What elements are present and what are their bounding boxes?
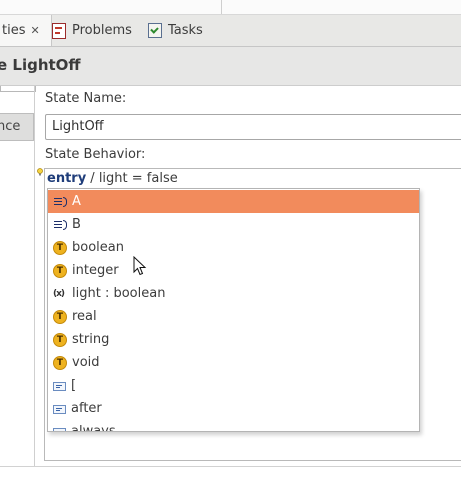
behavior-expression: / light = false	[86, 171, 178, 186]
completion-item[interactable]: T real	[48, 305, 419, 328]
left-section-tab[interactable]: nce	[0, 113, 34, 141]
completion-item-label: real	[72, 309, 97, 324]
left-input-field[interactable]	[0, 86, 36, 92]
close-icon[interactable]: ✕	[30, 24, 39, 37]
view-tab-bar: ties ✕ Problems Tasks	[0, 15, 461, 47]
completion-item-label: light : boolean	[72, 286, 166, 301]
completion-item-label: B	[72, 217, 81, 232]
keyword-icon	[53, 382, 66, 391]
behavior-code-line: entry / light = false	[47, 171, 178, 186]
completion-item-label: void	[72, 355, 100, 370]
keyword-icon	[53, 405, 66, 414]
type-icon: T	[53, 263, 67, 278]
completion-item[interactable]: [	[48, 374, 419, 397]
tab-tasks-label: Tasks	[168, 23, 203, 38]
lightbulb-marker-icon[interactable]	[37, 168, 43, 176]
completion-item-label: after	[71, 401, 102, 416]
completion-item-label: string	[72, 332, 110, 347]
completion-item[interactable]: A	[48, 190, 419, 213]
tab-tasks[interactable]: Tasks	[148, 15, 203, 46]
completion-item[interactable]: B	[48, 213, 419, 236]
completion-item[interactable]: T void	[48, 351, 419, 374]
left-section-tab-label: nce	[0, 119, 21, 134]
tab-problems[interactable]: Problems	[52, 15, 132, 46]
state-name-input[interactable]: LightOff	[45, 114, 461, 140]
tasks-icon	[148, 23, 162, 38]
problems-icon	[52, 22, 66, 39]
properties-header: e LightOff	[0, 47, 461, 86]
state-behavior-label: State Behavior:	[45, 147, 146, 162]
entry-keyword: entry	[47, 171, 87, 186]
type-icon: T	[53, 240, 67, 255]
state-name-label: State Name:	[45, 91, 127, 106]
variable-icon: (x)	[53, 288, 65, 299]
list-icon	[53, 195, 67, 209]
completion-item-label: A	[72, 194, 81, 209]
mouse-pointer-icon	[133, 256, 147, 276]
top-divider	[221, 0, 222, 14]
completion-item-label: always	[71, 424, 116, 432]
bottom-separator	[0, 466, 461, 467]
type-icon: T	[53, 309, 67, 324]
tab-properties-label: ties	[2, 23, 26, 38]
type-icon: T	[53, 355, 67, 370]
type-icon: T	[53, 332, 67, 347]
completion-item[interactable]: T integer	[48, 259, 419, 282]
completion-item[interactable]: T boolean	[48, 236, 419, 259]
completion-item-label: [	[71, 378, 77, 393]
completion-item[interactable]: after	[48, 397, 419, 420]
completion-item-label: boolean	[72, 240, 124, 255]
top-strip	[0, 0, 461, 15]
completion-item[interactable]: T string	[48, 328, 419, 351]
tab-problems-label: Problems	[72, 23, 132, 38]
content-assist-popup[interactable]: A B T boolean T integer (x) light : bool…	[47, 188, 420, 432]
completion-item[interactable]: (x) light : boolean	[48, 282, 419, 305]
completion-item[interactable]: always	[48, 420, 419, 432]
tab-properties[interactable]: ties ✕	[0, 15, 52, 46]
page-title: e LightOff	[0, 56, 81, 74]
keyword-icon	[53, 428, 66, 431]
completion-item-label: integer	[72, 263, 119, 278]
list-icon	[53, 218, 67, 232]
panel-separator	[34, 86, 35, 466]
